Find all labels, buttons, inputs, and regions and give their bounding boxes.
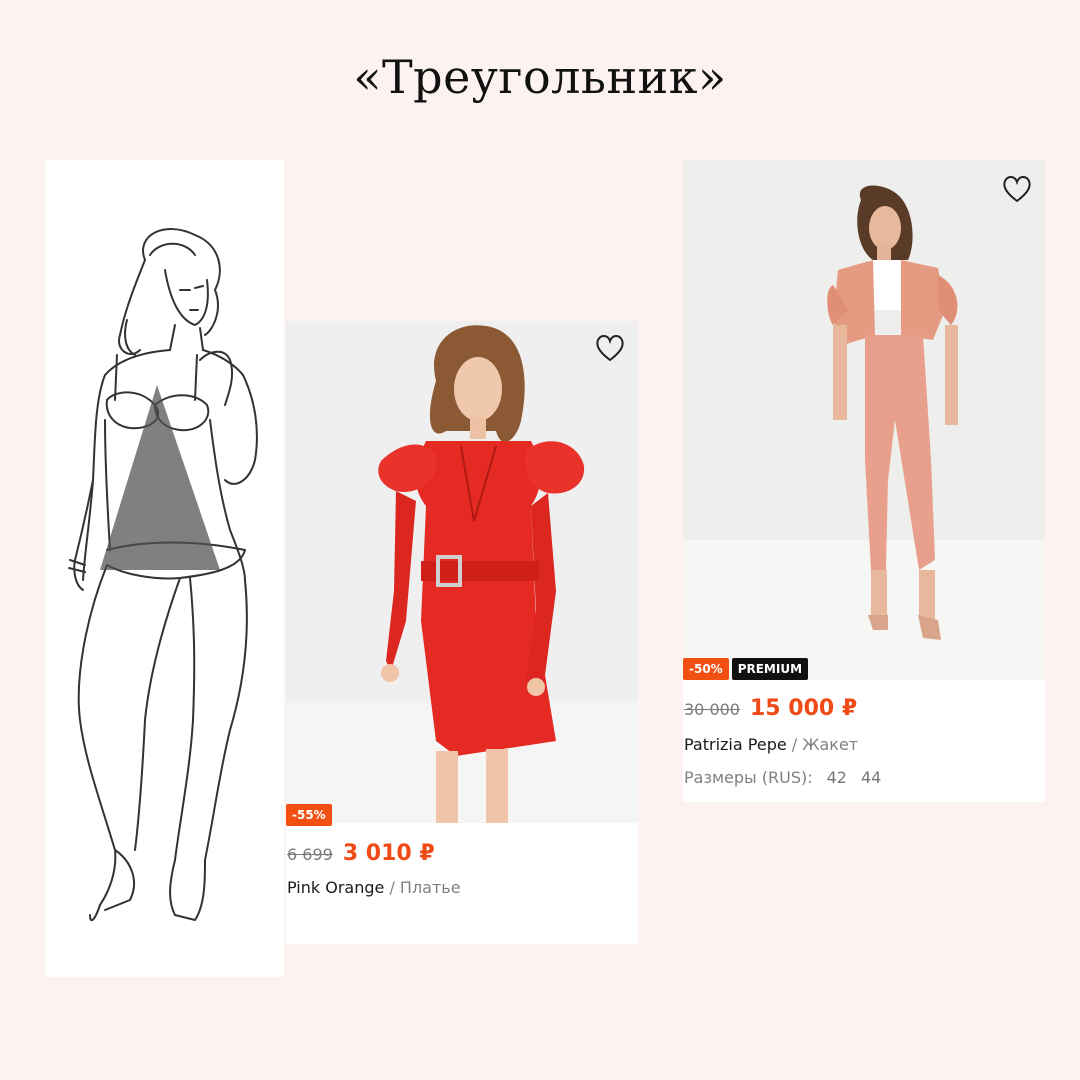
title-separator: / xyxy=(786,735,803,754)
product-card[interactable]: -55% 6 699 3 010 ₽ Pink Orange / Платье xyxy=(286,321,638,944)
product-title[interactable]: Pink Orange / Платье xyxy=(287,878,461,897)
sizes-label: Размеры (RUS): xyxy=(684,768,813,787)
brand-name: Pink Orange xyxy=(287,878,385,897)
old-price: 30 000 xyxy=(684,700,740,719)
category-name: Платье xyxy=(399,878,461,897)
price-row: 6 699 3 010 ₽ xyxy=(287,841,435,866)
price-row: 30 000 15 000 ₽ xyxy=(684,696,857,721)
triangle-shape-icon xyxy=(100,385,220,570)
size-option[interactable]: 42 xyxy=(827,768,847,787)
title-separator: / xyxy=(384,878,400,897)
product-image[interactable] xyxy=(683,160,1045,680)
current-price: 3 010 ₽ xyxy=(342,841,435,866)
favorite-heart-icon[interactable] xyxy=(1001,174,1033,204)
product-card[interactable]: -50% PREMIUM 30 000 15 000 ₽ Patrizia Pe… xyxy=(683,160,1045,802)
favorite-heart-icon[interactable] xyxy=(594,333,626,363)
size-option[interactable]: 44 xyxy=(861,768,881,787)
brand-name: Patrizia Pepe xyxy=(684,735,787,754)
page-title: «Треугольник» xyxy=(353,50,727,104)
category-name: Жакет xyxy=(802,735,859,754)
current-price: 15 000 ₽ xyxy=(749,696,858,721)
body-shape-illustration xyxy=(45,160,284,977)
product-image[interactable] xyxy=(286,321,638,823)
old-price: 6 699 xyxy=(287,845,333,864)
product-title[interactable]: Patrizia Pepe / Жакет xyxy=(684,735,858,754)
badge-group: -55% xyxy=(286,804,332,826)
sizes-row: Размеры (RUS): 42 44 xyxy=(684,768,881,787)
discount-badge: -50% xyxy=(683,658,729,680)
badge-group: -50% PREMIUM xyxy=(683,658,809,680)
discount-badge: -55% xyxy=(286,804,332,826)
premium-badge: PREMIUM xyxy=(731,658,809,680)
figure-sketch xyxy=(68,228,258,922)
